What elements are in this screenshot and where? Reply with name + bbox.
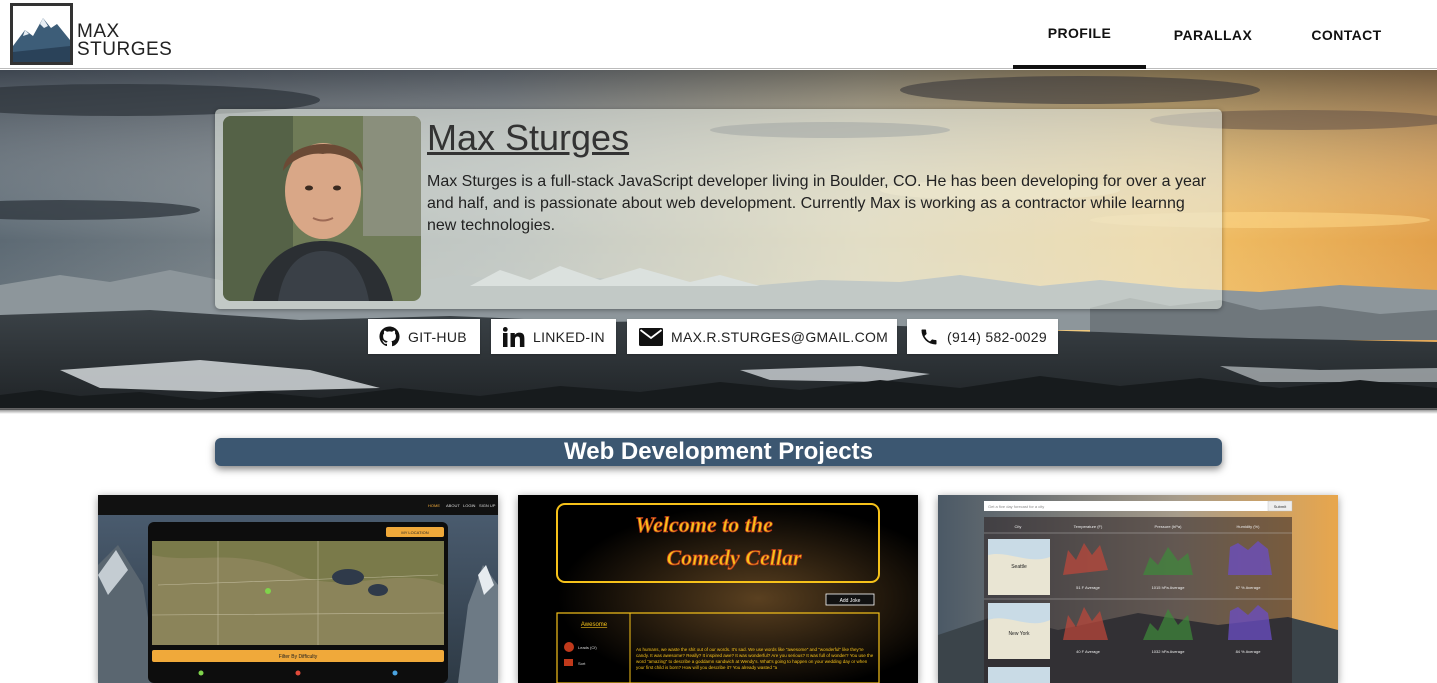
main-nav: PROFILE PARALLAX CONTACT [1013,0,1437,69]
trail-nav-about: ABOUT [446,503,460,508]
phone-icon [919,327,939,347]
comedy-sidebar-user: Leads (Cf) [578,645,597,650]
phone-label: (914) 582-0029 [947,328,1047,345]
project-card-trail-map[interactable]: HOME ABOUT LOGIN SIGN UP MY LOCATION Fil… [98,495,498,683]
comedy-sidebar-tag: Sort [578,661,586,666]
weather-row-2-temp: 40 F Average [1076,649,1100,654]
profile-bio: Max Sturges is a full-stack JavaScript d… [427,173,1207,234]
phone-button[interactable]: (914) 582-0029 [907,319,1058,354]
profile-name-link[interactable]: Max Sturges [427,117,629,159]
weather-row-2-humidity: 84 % Average [1236,649,1262,654]
mountain-logo-icon [10,3,73,65]
comedy-title-line-1: Welcome to the [635,512,773,537]
weather-col-pressure: Pressure (hPa) [1155,524,1183,529]
weather-row-2-pressure: 1032 hPa Average [1152,649,1186,654]
comedy-sidebar-title: Awesome [581,622,608,628]
profile-card: Max Sturges Max Sturges is a full-stack … [215,109,1222,309]
github-icon [379,326,400,347]
weather-row-2-city: New York [1008,631,1030,637]
weather-row-1-pressure: 1015 hPa Average [1152,585,1186,590]
weather-row-1-temp: 51 F Average [1076,585,1100,590]
weather-row-1-city: Seattle [1011,564,1027,570]
email-button[interactable]: MAX.R.STURGES@GMAIL.COM [627,319,897,354]
projects-heading: Web Development Projects [215,438,1222,466]
logo-text: MAX STURGES [77,22,173,60]
top-navbar: MAX STURGES PROFILE PARALLAX CONTACT [0,0,1437,69]
github-label: GIT-HUB [408,328,467,345]
nav-profile[interactable]: PROFILE [1013,0,1146,69]
nav-parallax[interactable]: PARALLAX [1146,0,1280,69]
trail-nav-signup: SIGN UP [479,503,496,508]
nav-contact[interactable]: CONTACT [1280,0,1413,69]
hero-section: Max Sturges Max Sturges is a full-stack … [0,70,1437,410]
trail-nav-home: HOME [428,503,440,508]
profile-photo [223,116,421,301]
weather-search-input: Get a five day forecast for a city [988,504,1044,509]
weather-col-humidity: Humidity (%) [1237,524,1261,529]
weather-col-city: City [1015,524,1022,529]
project-card-comedy-cellar[interactable]: Welcome to the Comedy Cellar Add Joke Aw… [518,495,918,683]
contact-buttons: GIT-HUB LINKED-IN MAX.R.STURGES@GMAIL.CO… [0,319,1437,355]
linkedin-label: LINKED-IN [533,328,605,345]
trail-nav-login: LOGIN [463,503,476,508]
trail-filter-button: Filter By Difficulty [279,654,318,660]
trail-location-button: MY LOCATION [401,530,428,535]
comedy-add-joke-button: Add Joke [840,598,861,604]
email-label: MAX.R.STURGES@GMAIL.COM [671,328,889,345]
linkedin-button[interactable]: LINKED-IN [491,319,616,354]
github-button[interactable]: GIT-HUB [368,319,480,354]
weather-col-temp: Temperature (F) [1074,524,1103,529]
site-logo[interactable]: MAX STURGES [10,3,172,65]
project-card-weather[interactable]: Get a five day forecast for a city Submi… [938,495,1338,683]
comedy-title-line-2: Comedy Cellar [666,545,801,570]
weather-submit-button: Submit [1274,504,1287,509]
linkedin-icon [503,326,525,347]
hero-bottom-shadow [0,408,1437,414]
comedy-joke-text: As humans, we waste the shit out of our … [636,647,874,670]
weather-row-1-humidity: 87 % Average [1236,585,1262,590]
logo-line-2: STURGES [77,39,173,60]
envelope-icon [639,327,663,346]
